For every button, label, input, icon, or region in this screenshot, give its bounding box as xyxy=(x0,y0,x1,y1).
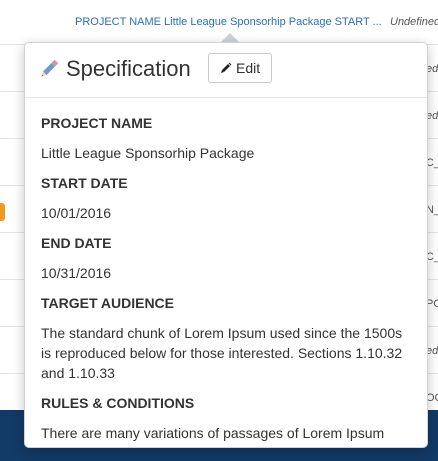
pencil-small-icon xyxy=(221,62,232,73)
project-spec-link[interactable]: PROJECT NAME Little League Sponsorhip Pa… xyxy=(75,16,382,28)
edit-button[interactable]: Edit xyxy=(208,53,272,83)
field-label-project-name: PROJECT NAME xyxy=(41,115,153,131)
field-value-target-audience: The standard chunk of Lorem Ipsum used s… xyxy=(41,325,403,381)
field-value-project-name: Little League Sponsorhip Package xyxy=(41,145,255,161)
popover-title: Specification xyxy=(66,56,191,81)
undefined-cell: Undefined xyxy=(390,16,438,28)
pencil-icon xyxy=(41,59,59,77)
edit-button-label: Edit xyxy=(236,60,261,76)
table-header-row: PROJECT NAME Little League Sponsorhip Pa… xyxy=(0,0,438,45)
field-label-target-audience: TARGET AUDIENCE xyxy=(41,295,174,311)
field-label-end-date: END DATE xyxy=(41,235,112,251)
field-label-rules-conditions: RULES & CONDITIONS xyxy=(41,395,195,411)
specification-popover: Specification Edit PROJECT NAME Little L… xyxy=(24,42,428,448)
popover-caret xyxy=(221,33,239,42)
field-value-rules-conditions: There are many variations of passages of… xyxy=(41,425,385,441)
status-indicator xyxy=(0,203,5,221)
field-value-start-date: 10/01/2016 xyxy=(41,205,112,221)
field-value-end-date: 10/31/2016 xyxy=(41,265,112,281)
field-label-start-date: START DATE xyxy=(41,175,128,191)
popover-header: Specification Edit xyxy=(25,43,427,98)
